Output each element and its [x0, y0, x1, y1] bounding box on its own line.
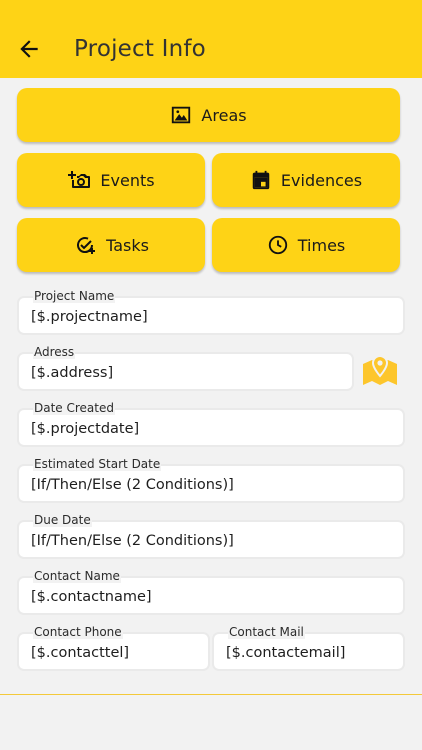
map-pin-icon [363, 354, 397, 385]
due-date-label: Due Date [33, 513, 92, 527]
project-name-label: Project Name [33, 289, 116, 303]
address-value: [$.address] [31, 365, 114, 381]
contact-mail-value: [$.contactemail] [226, 645, 346, 661]
app-header: Project Info [0, 0, 422, 78]
contact-phone-value: [$.contacttel] [31, 645, 130, 661]
contact-name-field[interactable]: Contact Name [$.contactname] [17, 569, 405, 615]
address-field[interactable]: Adress [$.address] [17, 345, 354, 391]
project-name-value: [$.projectname] [31, 309, 148, 325]
address-label: Adress [33, 345, 76, 359]
times-label: Times [297, 235, 346, 255]
contact-name-value: [$.contactname] [31, 589, 152, 605]
date-created-label: Date Created [33, 401, 115, 415]
page-title: Project Info [74, 36, 206, 62]
estimated-start-field[interactable]: Estimated Start Date [If/Then/Else (2 Co… [17, 457, 405, 503]
tasks-label: Tasks [106, 235, 149, 255]
back-button[interactable] [14, 34, 44, 64]
areas-label: Areas [201, 105, 247, 125]
evidences-label: Evidences [280, 170, 363, 190]
landscape-icon [170, 104, 192, 126]
date-created-value: [$.projectdate] [31, 421, 140, 437]
due-date-field[interactable]: Due Date [If/Then/Else (2 Conditions)] [17, 513, 405, 559]
events-label: Events [100, 170, 155, 190]
estimated-start-value: [If/Then/Else (2 Conditions)] [31, 477, 234, 493]
bottom-divider [0, 694, 422, 695]
contact-name-label: Contact Name [33, 569, 121, 583]
contact-phone-label: Contact Phone [33, 625, 123, 639]
times-button[interactable]: Times [212, 218, 400, 272]
due-date-value: [If/Then/Else (2 Conditions)] [31, 533, 234, 549]
map-button[interactable] [360, 352, 400, 390]
contact-mail-field[interactable]: Contact Mail [$.contactemail] [212, 625, 405, 671]
calendar-icon [250, 169, 272, 191]
contact-phone-field[interactable]: Contact Phone [$.contacttel] [17, 625, 210, 671]
areas-button[interactable]: Areas [17, 88, 400, 142]
date-created-field[interactable]: Date Created [$.projectdate] [17, 401, 405, 447]
project-name-field[interactable]: Project Name [$.projectname] [17, 289, 405, 335]
estimated-start-label: Estimated Start Date [33, 457, 162, 471]
evidences-button[interactable]: Evidences [212, 153, 400, 207]
tasks-button[interactable]: Tasks [17, 218, 205, 272]
events-button[interactable]: Events [17, 153, 205, 207]
contact-mail-label: Contact Mail [228, 625, 305, 639]
task-add-icon [73, 233, 97, 257]
add-photo-icon [67, 168, 91, 192]
clock-icon [267, 234, 289, 256]
arrow-left-icon [20, 40, 38, 58]
